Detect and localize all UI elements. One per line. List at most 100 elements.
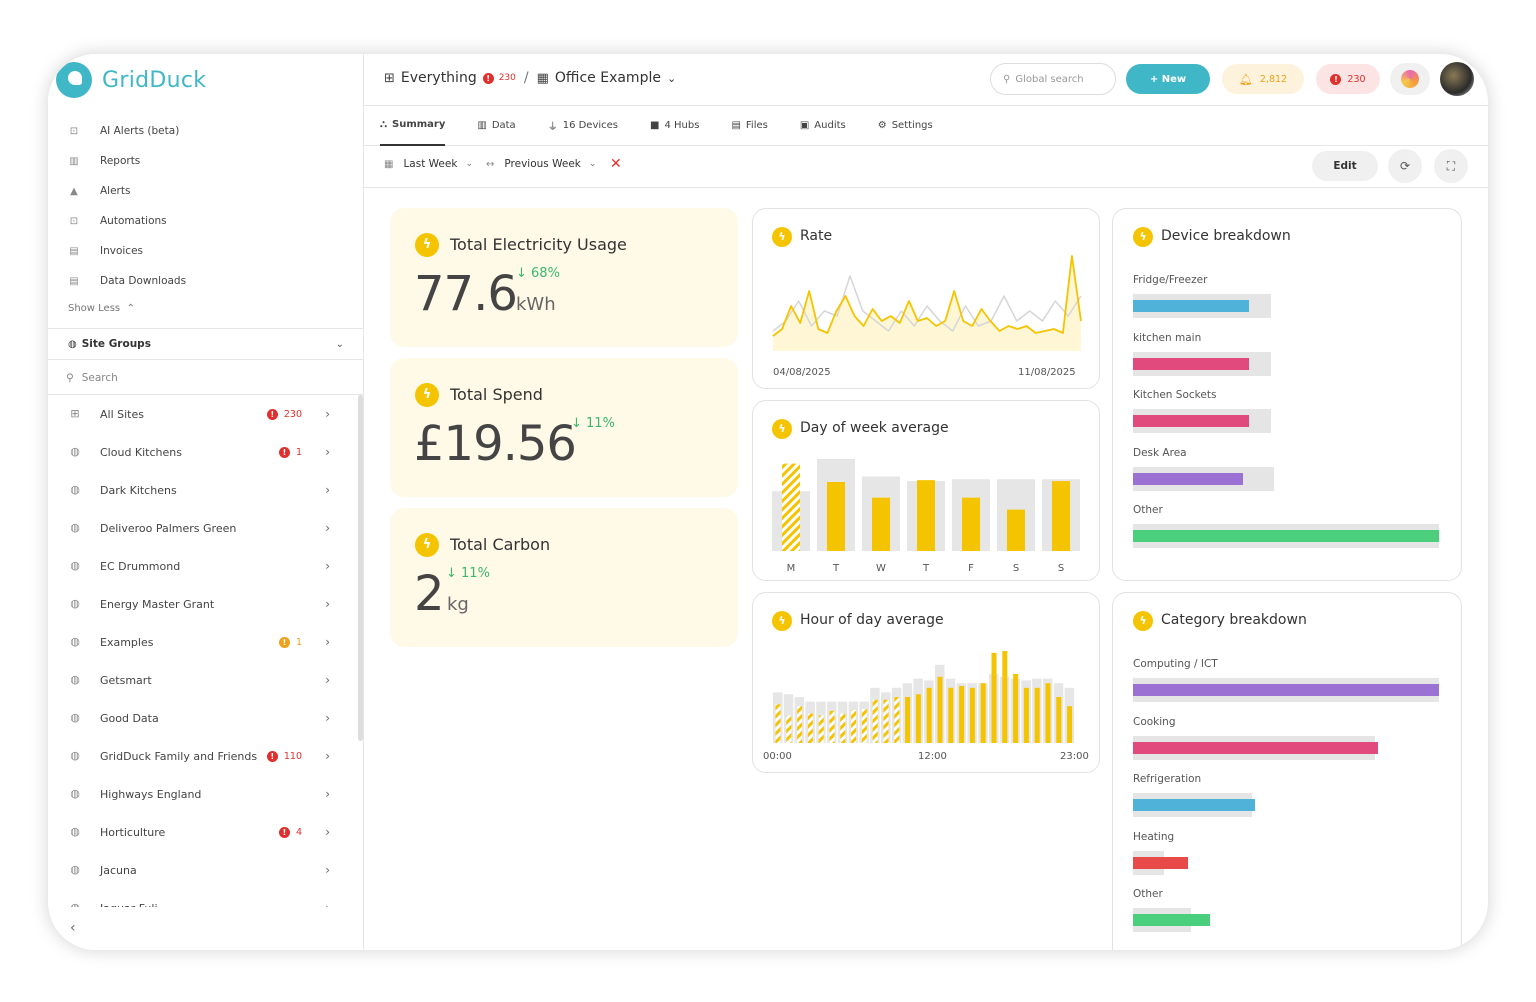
tab-files[interactable]: ▤ Files bbox=[731, 106, 767, 146]
global-search-input[interactable]: ⚲ Global search bbox=[990, 63, 1116, 95]
breadcrumb: ⊞ Everything ! 230 / ▦ Office Example ⌄ bbox=[384, 70, 677, 86]
breakdown-bar[interactable] bbox=[1133, 530, 1439, 542]
site-list-item[interactable]: ◍ Jaguar Fuli... › bbox=[48, 889, 358, 907]
menu-item[interactable]: ▤ Invoices bbox=[64, 236, 344, 266]
bar bbox=[1023, 687, 1029, 743]
menu-item[interactable]: ▤ Data Downloads bbox=[64, 266, 344, 296]
kpi-value: 2 bbox=[414, 566, 445, 622]
breakdown-bar[interactable] bbox=[1133, 799, 1256, 811]
site-search-input[interactable]: ⚲ Search bbox=[48, 361, 364, 395]
tab-audits[interactable]: ▣ Audits bbox=[800, 106, 846, 146]
compare-select[interactable]: ↔ Previous Week ⌄ bbox=[486, 158, 596, 170]
breakdown-label: Other bbox=[1133, 504, 1163, 516]
site-list-item[interactable]: ◍ Cloud Kitchens ! 1 › bbox=[48, 433, 358, 471]
show-less-toggle[interactable]: Show Less ⌃ bbox=[68, 303, 135, 314]
menu-item[interactable]: ⊡ Automations bbox=[64, 206, 344, 236]
breadcrumb-root[interactable]: Everything bbox=[401, 70, 477, 86]
site-list-item[interactable]: ◍ Examples ! 1 › bbox=[48, 623, 358, 661]
tab-summary[interactable]: ⛬ Summary bbox=[380, 106, 446, 146]
tab-settings[interactable]: ⚙ Settings bbox=[878, 106, 933, 146]
menu-item-label: Invoices bbox=[100, 245, 144, 257]
alert-badge[interactable]: ! 1 bbox=[278, 446, 302, 458]
app-logo[interactable]: GridDuck bbox=[56, 62, 206, 98]
site-list-item[interactable]: ◍ EC Drummond › bbox=[48, 547, 358, 585]
alert-badge[interactable]: ! 230 bbox=[266, 408, 302, 420]
bar bbox=[782, 463, 800, 551]
chevron-right-icon: › bbox=[325, 597, 330, 611]
scrollbar[interactable] bbox=[358, 395, 363, 741]
alert-badge[interactable]: ! 1 bbox=[278, 636, 302, 648]
user-avatar[interactable] bbox=[1440, 62, 1474, 96]
site-list-item[interactable]: ◍ Energy Master Grant › bbox=[48, 585, 358, 623]
breadcrumb-current[interactable]: Office Example bbox=[555, 70, 661, 86]
app-name: GridDuck bbox=[102, 67, 207, 93]
edit-button[interactable]: Edit bbox=[1312, 151, 1378, 181]
alert-badge[interactable]: ! 110 bbox=[266, 750, 302, 762]
tab-16-devices[interactable]: ⏚ 16 Devices bbox=[548, 106, 618, 146]
site-list-item[interactable]: ◍ Deliveroo Palmers Green › bbox=[48, 509, 358, 547]
breakdown-bar[interactable] bbox=[1133, 741, 1378, 754]
hour-of-day-panel[interactable]: ϟ Hour of day average 00:00 12:00 23:00 bbox=[752, 592, 1100, 773]
site-list-item[interactable]: ◍ GridDuck Family and Friends ! 110 › bbox=[48, 737, 358, 775]
alert-icon: ! bbox=[278, 446, 290, 458]
bar bbox=[1002, 651, 1008, 743]
menu-item[interactable]: ▥ Reports bbox=[64, 146, 344, 176]
site-groups-header[interactable]: ◍ Site Groups ⌄ bbox=[48, 328, 364, 360]
rate-panel[interactable]: ϟ Rate 04/08/2025 11/08/2025 bbox=[752, 208, 1100, 389]
site-list-item[interactable]: ◍ Dark Kitchens › bbox=[48, 471, 358, 509]
organisation-avatar[interactable] bbox=[1390, 63, 1430, 95]
fullscreen-icon[interactable]: ⛶ bbox=[1434, 149, 1468, 183]
breakdown-bar[interactable] bbox=[1133, 472, 1244, 485]
site-list-item[interactable]: ◍ Highways England › bbox=[48, 775, 358, 813]
site-list-item[interactable]: ⊞ All Sites ! 230 › bbox=[48, 395, 358, 433]
site-list-item[interactable]: ◍ Horticulture ! 4 › bbox=[48, 813, 358, 851]
breakdown-bar[interactable] bbox=[1133, 684, 1439, 696]
chevron-down-icon[interactable]: ⌄ bbox=[667, 72, 676, 85]
site-name: Energy Master Grant bbox=[100, 597, 215, 611]
breadcrumb-alert-badge[interactable]: ! 230 bbox=[482, 72, 516, 84]
bar bbox=[937, 676, 943, 743]
day-of-week-panel[interactable]: ϟ Day of week average MTWTFSS bbox=[752, 400, 1100, 581]
chevron-right-icon: › bbox=[325, 407, 330, 421]
breakdown-bar[interactable] bbox=[1133, 415, 1250, 427]
device-breakdown-panel[interactable]: ϟ Device breakdown Fridge/Freezer kitchen… bbox=[1112, 208, 1462, 581]
new-button[interactable]: + New bbox=[1126, 64, 1210, 94]
breakdown-bar[interactable] bbox=[1133, 300, 1250, 312]
tab-4-hubs[interactable]: ■ 4 Hubs bbox=[650, 106, 699, 146]
globe-icon: ◍ bbox=[70, 559, 80, 572]
breakdown-bar[interactable] bbox=[1133, 357, 1250, 370]
menu-item[interactable]: ⊡ AI Alerts (beta) bbox=[64, 116, 344, 146]
search-icon: ⚲ bbox=[1003, 73, 1011, 85]
site-list-item[interactable]: ◍ Good Data › bbox=[48, 699, 358, 737]
kpi-card-electricity: ϟ Total Electricity Usage 77.6 kWh ↓ 68% bbox=[390, 208, 738, 347]
category-breakdown-panel[interactable]: ϟ Category breakdown Computing / ICT Cook… bbox=[1112, 592, 1462, 950]
site-list-item[interactable]: ◍ Jacuna › bbox=[48, 851, 358, 889]
tab-data[interactable]: ▥ Data bbox=[477, 106, 515, 146]
top-bar: ⊞ Everything ! 230 / ▦ Office Example ⌄ ⚲… bbox=[364, 54, 1488, 106]
breakdown-bar[interactable] bbox=[1133, 856, 1189, 869]
breakdown-label: Computing / ICT bbox=[1133, 658, 1218, 670]
refresh-icon[interactable]: ⟳ bbox=[1388, 149, 1422, 183]
bar bbox=[827, 482, 845, 551]
bar bbox=[1052, 481, 1070, 551]
kpi-title: Total Spend bbox=[450, 385, 543, 404]
bar bbox=[1034, 687, 1040, 743]
collapse-sidebar-icon[interactable]: ‹ bbox=[70, 920, 76, 936]
period-select[interactable]: ▦ Last Week ⌄ bbox=[384, 158, 473, 170]
site-list-item[interactable]: ◍ Getsmart › bbox=[48, 661, 358, 699]
alerts-button[interactable]: ! 230 bbox=[1316, 64, 1380, 94]
bar bbox=[905, 697, 911, 743]
chevron-down-icon: ⌄ bbox=[335, 338, 344, 350]
kpi-card-spend: ϟ Total Spend £19.56 ↓ 11% bbox=[390, 358, 738, 497]
kpi-card-carbon: ϟ Total Carbon 2 kg ↓ 11% bbox=[390, 508, 738, 647]
notifications-button[interactable]: 🔔︎ 2,812 bbox=[1222, 64, 1304, 94]
breakdown-bar[interactable] bbox=[1133, 914, 1210, 926]
bar bbox=[861, 708, 867, 743]
chevron-right-icon: › bbox=[325, 483, 330, 497]
menu-item[interactable]: ▲ Alerts bbox=[64, 176, 344, 206]
bar bbox=[851, 709, 857, 743]
alert-badge[interactable]: ! 4 bbox=[278, 826, 302, 838]
alert-icon: ! bbox=[278, 826, 290, 838]
clear-compare-icon[interactable]: ✕ bbox=[610, 156, 622, 172]
bell-icon: 🔔︎ bbox=[1238, 72, 1253, 86]
